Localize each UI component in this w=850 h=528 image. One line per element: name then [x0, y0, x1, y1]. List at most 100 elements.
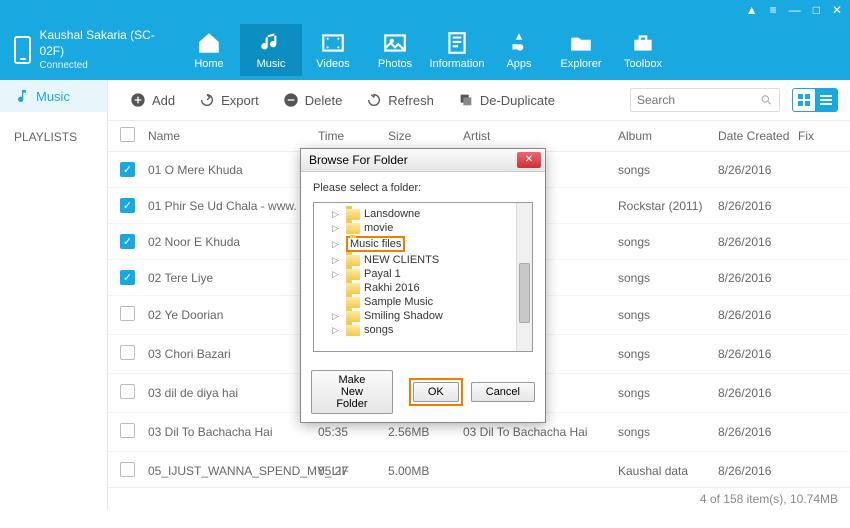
delete-button[interactable]: Delete [273, 88, 353, 112]
col-size[interactable]: Size [388, 129, 463, 143]
cell-date: 8/26/2016 [718, 235, 798, 249]
nav-music[interactable]: Music [240, 24, 302, 76]
view-toggle [792, 88, 838, 112]
col-album[interactable]: Album [618, 129, 718, 143]
row-checkbox[interactable] [120, 345, 135, 360]
expand-icon[interactable]: ▷ [332, 223, 342, 234]
table-row[interactable]: 05_IJUST_WANNA_SPEND_MY_LIF05:275.00MBKa… [108, 452, 850, 487]
cell-album: songs [618, 308, 718, 322]
row-checkbox[interactable]: ✓ [120, 270, 135, 285]
device-status: Connected [39, 59, 174, 72]
sidebar-item-label: Music [36, 89, 70, 104]
folder-item[interactable]: ▷Payal 1 [328, 267, 530, 281]
nav-toolbox[interactable]: Toolbox [612, 24, 674, 76]
nav-apps[interactable]: Apps [488, 24, 550, 76]
header: Kaushal Sakaria (SC-02F) Connected HomeM… [0, 20, 850, 80]
add-button[interactable]: Add [120, 88, 185, 112]
expand-icon[interactable]: ▷ [332, 325, 342, 336]
cell-album: songs [618, 347, 718, 361]
user-icon[interactable]: ▲ [746, 3, 758, 17]
delete-label: Delete [305, 93, 343, 108]
explorer-icon [568, 30, 594, 56]
folder-item[interactable]: ▷ Music files [328, 235, 530, 253]
sidebar-item-music[interactable]: Music [0, 80, 107, 112]
dedupe-button[interactable]: De-Duplicate [448, 88, 565, 112]
row-checkbox[interactable]: ✓ [120, 162, 135, 177]
make-new-folder-button[interactable]: Make New Folder [311, 370, 393, 414]
dialog-titlebar[interactable]: Browse For Folder ✕ [301, 149, 545, 172]
expand-icon[interactable]: ▷ [332, 311, 342, 322]
ok-button[interactable]: OK [413, 382, 459, 402]
apps-icon [506, 30, 532, 56]
cell-name: 03 Dil To Bachacha Hai [148, 425, 318, 439]
export-button[interactable]: Export [189, 88, 269, 112]
folder-item[interactable]: ▷NEW CLIENTS [328, 253, 530, 267]
dialog-close-button[interactable]: ✕ [517, 152, 541, 168]
cell-album: songs [618, 235, 718, 249]
folder-icon [346, 283, 360, 294]
folder-item[interactable]: ▷ songs [328, 323, 530, 337]
maximize-button[interactable]: □ [813, 3, 820, 17]
folder-icon [346, 223, 360, 234]
refresh-button[interactable]: Refresh [356, 88, 444, 112]
folder-item[interactable]: ▷movie [328, 221, 530, 235]
nav-label: Explorer [550, 58, 612, 70]
select-all-checkbox[interactable] [120, 127, 135, 142]
cancel-button[interactable]: Cancel [471, 382, 535, 402]
folder-tree[interactable]: ▷ Lansdowne▷movie▷ Music files▷NEW CLIENT… [313, 202, 533, 352]
cell-date: 8/26/2016 [718, 199, 798, 213]
nav-videos[interactable]: Videos [302, 24, 364, 76]
music-note-icon [14, 88, 30, 104]
search-input[interactable] [637, 93, 760, 107]
col-date[interactable]: Date Created [718, 129, 798, 143]
folder-item[interactable]: Rakhi 2016 [328, 281, 530, 295]
nav-label: Videos [302, 58, 364, 70]
list-view-button[interactable] [815, 89, 837, 111]
refresh-icon [366, 92, 382, 108]
cell-album: songs [618, 386, 718, 400]
row-checkbox[interactable] [120, 306, 135, 321]
close-button[interactable]: ✕ [832, 3, 842, 17]
scrollbar[interactable] [516, 203, 532, 351]
nav-photos[interactable]: Photos [364, 24, 426, 76]
main-nav: HomeMusicVideosPhotosInformationAppsExpl… [178, 24, 674, 76]
search-box[interactable] [630, 88, 780, 112]
nav-label: Toolbox [612, 58, 674, 70]
menu-icon[interactable]: ≡ [770, 3, 777, 17]
row-checkbox[interactable] [120, 384, 135, 399]
minimize-button[interactable]: — [789, 3, 801, 17]
row-checkbox[interactable]: ✓ [120, 198, 135, 213]
nav-label: Music [240, 58, 302, 70]
cell-album: Rockstar (2011) [618, 199, 718, 213]
col-time[interactable]: Time [318, 129, 388, 143]
expand-icon[interactable]: ▷ [332, 239, 342, 250]
cell-date: 8/26/2016 [718, 386, 798, 400]
expand-icon[interactable]: ▷ [332, 209, 342, 220]
expand-icon[interactable]: ▷ [332, 269, 342, 280]
browse-folder-dialog: Browse For Folder ✕ Please select a fold… [300, 148, 546, 423]
row-checkbox[interactable]: ✓ [120, 234, 135, 249]
add-label: Add [152, 93, 175, 108]
folder-icon [346, 325, 360, 336]
expand-icon[interactable]: ▷ [332, 255, 342, 266]
device-block[interactable]: Kaushal Sakaria (SC-02F) Connected [14, 28, 174, 72]
folder-label: Lansdowne [364, 208, 420, 220]
row-checkbox[interactable] [120, 423, 135, 438]
folder-label: songs [364, 324, 393, 336]
col-fix[interactable]: Fix [798, 129, 838, 143]
col-artist[interactable]: Artist [463, 129, 618, 143]
grid-view-button[interactable] [793, 89, 815, 111]
folder-item[interactable]: ▷ Lansdowne [328, 207, 530, 221]
nav-information[interactable]: Information [426, 24, 488, 76]
scrollbar-thumb[interactable] [519, 263, 530, 323]
nav-home[interactable]: Home [178, 24, 240, 76]
cell-album: Kaushal data [618, 464, 718, 478]
phone-icon [14, 36, 31, 64]
row-checkbox[interactable] [120, 462, 135, 477]
folder-item[interactable]: Sample Music [328, 295, 530, 309]
folder-item[interactable]: ▷Smiling Shadow [328, 309, 530, 323]
refresh-label: Refresh [388, 93, 434, 108]
cell-date: 8/26/2016 [718, 425, 798, 439]
nav-explorer[interactable]: Explorer [550, 24, 612, 76]
col-name[interactable]: Name [148, 129, 318, 143]
